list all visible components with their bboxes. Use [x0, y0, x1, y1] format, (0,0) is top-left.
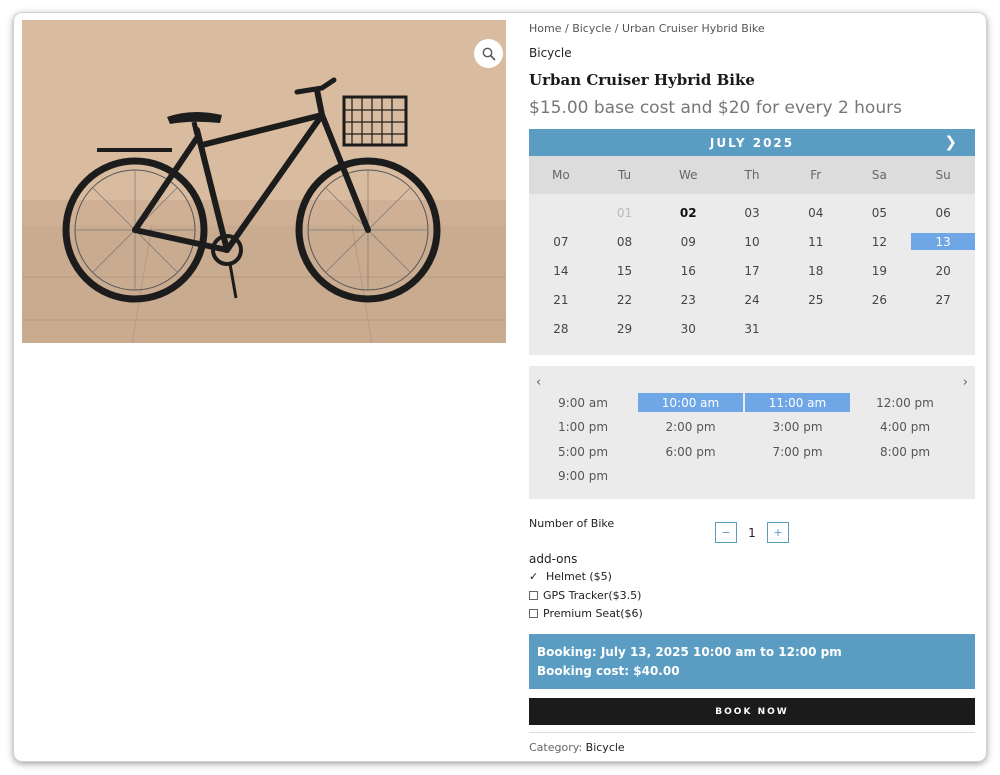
calendar-day[interactable]: 18	[784, 256, 848, 285]
calendar-day: 01	[616, 205, 633, 220]
calendar-empty-cell	[529, 198, 593, 227]
time-slot[interactable]: 2:00 pm	[637, 418, 744, 437]
calendar-day[interactable]: 10	[720, 227, 784, 256]
addon-item[interactable]: ✓ Helmet ($5)	[529, 570, 612, 583]
weekday-label: We	[679, 168, 698, 182]
time-slot[interactable]: 4:00 pm	[851, 418, 959, 437]
calendar-weekdays: Mo Tu We Th Fr Sa Su	[529, 156, 975, 194]
calendar-day[interactable]: 05	[848, 198, 912, 227]
calendar-day[interactable]: 08	[593, 227, 657, 256]
booking-summary: Booking: July 13, 2025 10:00 am to 12:00…	[529, 634, 975, 689]
product-page: Home / Bicycle / Urban Cruiser Hybrid Bi…	[14, 13, 986, 761]
calendar-day[interactable]: 14	[529, 256, 593, 285]
product-image[interactable]	[22, 20, 506, 343]
calendar-day[interactable]: 04	[784, 198, 848, 227]
time-slot[interactable]: 12:00 pm	[851, 393, 959, 412]
book-now-button[interactable]: BOOK NOW	[529, 698, 975, 725]
increment-button[interactable]: +	[767, 522, 789, 543]
breadcrumb-category[interactable]: Bicycle	[572, 22, 611, 35]
calendar-day[interactable]: 09	[656, 227, 720, 256]
time-slot[interactable]: 10:00 am	[638, 393, 743, 412]
chevron-left-icon[interactable]: ‹	[536, 375, 541, 390]
chevron-right-icon[interactable]: ❯	[944, 133, 959, 151]
divider	[529, 732, 975, 733]
time-slot[interactable]: 9:00 pm	[529, 467, 637, 486]
calendar-day[interactable]: 20	[911, 256, 975, 285]
addon-checkbox[interactable]	[529, 609, 538, 618]
weekday-label: Tu	[618, 168, 632, 182]
calendar-day[interactable]: 06	[911, 198, 975, 227]
breadcrumb-separator: /	[561, 22, 573, 35]
breadcrumb-current: Urban Cruiser Hybrid Bike	[621, 22, 765, 35]
calendar-day[interactable]: 02	[656, 198, 720, 227]
calendar-month: JULY 2025	[709, 135, 795, 150]
time-slot[interactable]: 3:00 pm	[744, 418, 851, 437]
calendar-day[interactable]: 17	[720, 256, 784, 285]
calendar-day[interactable]: 15	[593, 256, 657, 285]
addon-checkbox[interactable]	[529, 591, 538, 600]
addon-item[interactable]: GPS Tracker($3.5)	[529, 589, 641, 602]
calendar-day[interactable]: 30	[656, 314, 720, 343]
quantity-stepper: − 1 +	[715, 522, 789, 543]
category-label: Category:	[529, 741, 583, 754]
addon-label: GPS Tracker($3.5)	[543, 589, 642, 602]
chevron-right-icon[interactable]: ›	[963, 375, 968, 390]
booking-calendar: JULY 2025 ❯ Mo Tu We Th Fr Sa Su 01 02 03 04 05 06 0…	[529, 129, 975, 355]
weekday-label: Sa	[871, 168, 887, 182]
calendar-day[interactable]: 07	[529, 227, 593, 256]
calendar-day[interactable]: 03	[720, 198, 784, 227]
addon-label: Premium Seat($6)	[543, 607, 643, 620]
calendar-day[interactable]: 11	[784, 227, 848, 256]
calendar-day[interactable]: 29	[593, 314, 657, 343]
weekday-label: Fr	[810, 168, 822, 182]
calendar-header: JULY 2025 ❯	[529, 129, 975, 156]
calendar-day[interactable]: 16	[656, 256, 720, 285]
bicycle-photo	[22, 20, 506, 343]
addon-item[interactable]: Premium Seat($6)	[529, 607, 643, 620]
breadcrumb-separator: /	[611, 22, 622, 35]
addons-title: add-ons	[529, 552, 578, 566]
category-link[interactable]: Bicycle	[586, 741, 625, 754]
calendar-day[interactable]: 22	[593, 285, 657, 314]
calendar-day[interactable]: 19	[848, 256, 912, 285]
calendar-day[interactable]: 27	[911, 285, 975, 314]
calendar-day[interactable]: 31	[720, 314, 784, 343]
calendar-day[interactable]: 24	[720, 285, 784, 314]
decrement-button[interactable]: −	[715, 522, 737, 543]
calendar-day[interactable]: 28	[529, 314, 593, 343]
breadcrumb: Home / Bicycle / Urban Cruiser Hybrid Bi…	[529, 22, 765, 35]
calendar-day[interactable]: 21	[529, 285, 593, 314]
calendar-days: 01 02 03 04 05 06 07 08 09 10 11 12 13 14 15 16 17 18 19 20…	[529, 194, 975, 343]
time-slot[interactable]: 6:00 pm	[637, 442, 744, 461]
calendar-day[interactable]: 13	[911, 233, 975, 250]
time-slot[interactable]: 1:00 pm	[529, 418, 637, 437]
quantity-value[interactable]: 1	[737, 526, 767, 540]
product-price: $15.00 base cost and $20 for every 2 hou…	[529, 98, 902, 118]
calendar-day[interactable]: 25	[784, 285, 848, 314]
checkmark-icon[interactable]: ✓	[529, 570, 538, 583]
time-slots: 9:00 am 10:00 am 11:00 am 12:00 pm 1:00 pm 2:…	[529, 393, 975, 491]
booking-cost: Booking cost: $40.00	[537, 664, 680, 678]
booking-text: Booking: July 13, 2025 10:00 am to 12:00…	[537, 645, 842, 659]
addon-label: Helmet ($5)	[546, 570, 612, 583]
product-title: Urban Cruiser Hybrid Bike	[529, 71, 755, 89]
weekday-label: Su	[935, 168, 951, 182]
zoom-button[interactable]	[474, 39, 503, 68]
calendar-day[interactable]: 26	[848, 285, 912, 314]
time-slot[interactable]: 9:00 am	[529, 393, 637, 412]
calendar-day[interactable]: 12	[848, 227, 912, 256]
calendar-day[interactable]: 23	[656, 285, 720, 314]
time-slot[interactable]: 5:00 pm	[529, 442, 637, 461]
magnifier-icon	[482, 47, 496, 61]
weekday-label: Mo	[552, 168, 570, 182]
weekday-label: Th	[744, 168, 760, 182]
time-slot[interactable]: 11:00 am	[745, 393, 850, 412]
breadcrumb-home[interactable]: Home	[529, 22, 561, 35]
time-slot[interactable]: 8:00 pm	[851, 442, 959, 461]
product-meta-category: Category: Bicycle	[529, 741, 625, 754]
product-category-label: Bicycle	[529, 46, 572, 60]
quantity-label: Number of Bike	[529, 517, 615, 530]
time-slot[interactable]: 7:00 pm	[744, 442, 851, 461]
time-slot-picker: ‹ › 9:00 am 10:00 am 11:00 am 12:00 pm 1:00 …	[529, 366, 975, 499]
